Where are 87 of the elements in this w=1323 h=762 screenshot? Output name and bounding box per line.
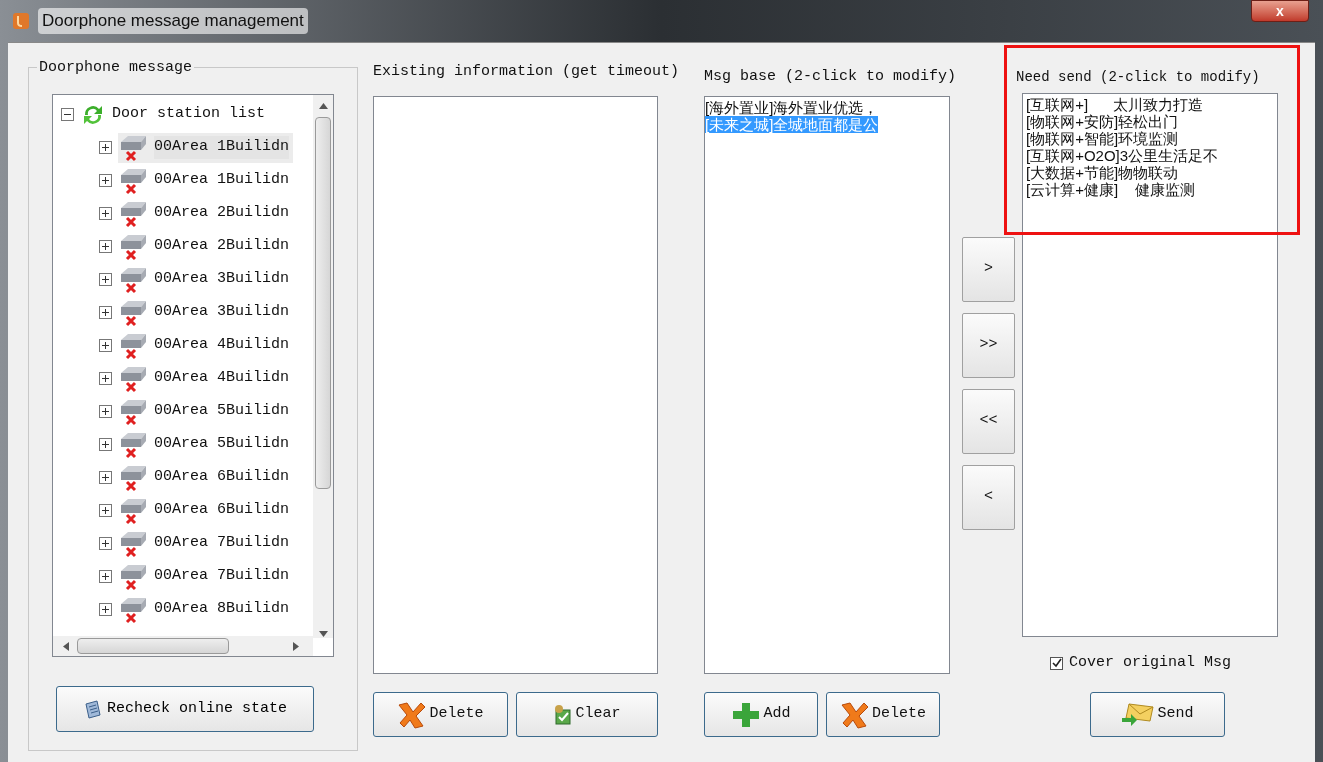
tree-item[interactable]: 00Area 4Builidn bbox=[154, 367, 290, 390]
expand-icon[interactable] bbox=[99, 339, 112, 352]
expand-icon[interactable] bbox=[99, 504, 112, 517]
send-button[interactable]: Send bbox=[1090, 691, 1225, 737]
tree-item[interactable]: 00Area 6Builidn bbox=[154, 466, 290, 489]
plus-icon bbox=[731, 700, 762, 729]
tree-item[interactable]: 00Area 3Builidn bbox=[154, 268, 290, 291]
offline-computer-icon bbox=[118, 562, 148, 591]
offline-computer-icon bbox=[118, 166, 148, 195]
vertical-scrollbar[interactable] bbox=[313, 95, 333, 638]
tree-item[interactable]: 00Area 5Builidn bbox=[154, 400, 290, 423]
clipboard-icon bbox=[83, 699, 103, 719]
move-button[interactable]: << bbox=[962, 389, 1015, 454]
expand-icon[interactable] bbox=[99, 603, 112, 616]
recheck-online-button[interactable]: Recheck online state bbox=[56, 686, 314, 732]
window-title: Doorphone message management bbox=[38, 8, 308, 34]
scroll-down-icon[interactable] bbox=[318, 631, 328, 637]
offline-computer-icon bbox=[118, 331, 148, 360]
x-icon bbox=[840, 700, 870, 729]
expand-icon[interactable] bbox=[99, 537, 112, 550]
offline-computer-icon bbox=[118, 364, 148, 393]
tree-item[interactable]: 00Area 6Builidn bbox=[154, 499, 290, 522]
scroll-thumb[interactable] bbox=[77, 638, 229, 654]
delete-button[interactable]: Delete bbox=[373, 692, 508, 737]
offline-computer-icon bbox=[118, 430, 148, 459]
list-item[interactable]: [大数据+节能]物物联动 bbox=[1026, 164, 1179, 181]
envelope-icon bbox=[1121, 701, 1156, 727]
expand-icon[interactable] bbox=[99, 240, 112, 253]
offline-computer-icon bbox=[118, 199, 148, 228]
expand-icon[interactable] bbox=[99, 141, 112, 154]
list-item[interactable]: [物联网+智能]环境监测 bbox=[1026, 130, 1179, 147]
horizontal-scrollbar[interactable] bbox=[53, 636, 313, 656]
close-button[interactable]: x bbox=[1251, 0, 1309, 22]
checklist-icon bbox=[553, 703, 574, 726]
offline-computer-icon bbox=[118, 232, 148, 261]
tree-item[interactable]: 00Area 4Builidn bbox=[154, 334, 290, 357]
expand-icon[interactable] bbox=[99, 471, 112, 484]
list-item[interactable]: [互联网+O2O]3公里生活足不 bbox=[1026, 147, 1219, 164]
offline-computer-icon bbox=[118, 298, 148, 327]
list-item[interactable]: [物联网+安防]轻松出门 bbox=[1026, 113, 1179, 130]
tree-item[interactable]: 00Area 7Builidn bbox=[154, 565, 290, 588]
expand-icon[interactable] bbox=[99, 405, 112, 418]
clear-button[interactable]: Clear bbox=[516, 692, 658, 737]
panel-label: Need send (2-click to modify) bbox=[1016, 68, 1261, 87]
tree-item[interactable]: Door station list bbox=[112, 103, 266, 126]
tree-item[interactable]: 00Area 8Builidn bbox=[154, 598, 290, 621]
offline-computer-icon bbox=[118, 463, 148, 492]
scroll-right-icon[interactable] bbox=[293, 641, 299, 651]
msg-base-list[interactable]: [海外置业]海外置业优选， [未来之城]全城地面都是公 bbox=[704, 96, 950, 674]
list-item[interactable]: [云计算+健康] 健康监测 bbox=[1026, 181, 1195, 198]
move-button[interactable]: > bbox=[962, 237, 1015, 302]
checkbox-label: Cover original Msg bbox=[1069, 653, 1232, 673]
tree-item[interactable]: 00Area 2Builidn bbox=[154, 202, 290, 225]
delete-button[interactable]: Delete bbox=[826, 692, 940, 737]
scroll-left-icon[interactable] bbox=[63, 641, 69, 651]
move-button[interactable]: >> bbox=[962, 313, 1015, 378]
offline-computer-icon bbox=[118, 397, 148, 426]
tree-item[interactable]: 00Area 1Builidn bbox=[154, 169, 290, 192]
move-button[interactable]: < bbox=[962, 465, 1015, 530]
add-button[interactable]: Add bbox=[704, 692, 818, 737]
expand-icon[interactable] bbox=[99, 273, 112, 286]
offline-computer-icon bbox=[118, 496, 148, 525]
offline-computer-icon bbox=[118, 133, 148, 162]
expand-icon[interactable] bbox=[99, 207, 112, 220]
tree-item[interactable]: 00Area 2Builidn bbox=[154, 235, 290, 258]
scroll-thumb[interactable] bbox=[315, 117, 331, 489]
tree-item[interactable]: 00Area 3Builidn bbox=[154, 301, 290, 324]
expand-icon[interactable] bbox=[99, 174, 112, 187]
offline-computer-icon bbox=[118, 595, 148, 624]
expand-icon[interactable] bbox=[99, 306, 112, 319]
need-send-list[interactable]: [互联网+] 太川致力打造 [物联网+安防]轻松出门 [物联网+智能]环境监测 [互联网+O2O]3公里生活足不 [大数据+节能]物物联动 [云计算+健康] 健康监测 bbox=[1022, 93, 1278, 637]
list-item[interactable]: [海外置业]海外置业优选， bbox=[705, 99, 879, 116]
offline-computer-icon bbox=[118, 529, 148, 558]
list-item[interactable]: [互联网+] 太川致力打造 bbox=[1026, 96, 1204, 113]
tree-item[interactable]: 00Area 1Builidn bbox=[154, 136, 290, 159]
checkbox[interactable] bbox=[1050, 656, 1063, 670]
expand-icon[interactable] bbox=[99, 372, 112, 385]
panel-label: Existing information (get timeout) bbox=[373, 62, 680, 82]
app-icon bbox=[12, 12, 30, 30]
x-icon bbox=[397, 700, 428, 729]
tree-item[interactable]: 00Area 5Builidn bbox=[154, 433, 290, 456]
offline-computer-icon bbox=[118, 265, 148, 294]
scroll-up-icon[interactable] bbox=[318, 103, 328, 109]
expand-icon[interactable] bbox=[99, 570, 112, 583]
expand-icon[interactable] bbox=[99, 438, 112, 451]
tree-item[interactable]: 00Area 7Builidn bbox=[154, 532, 290, 555]
collapse-icon[interactable] bbox=[61, 108, 74, 121]
